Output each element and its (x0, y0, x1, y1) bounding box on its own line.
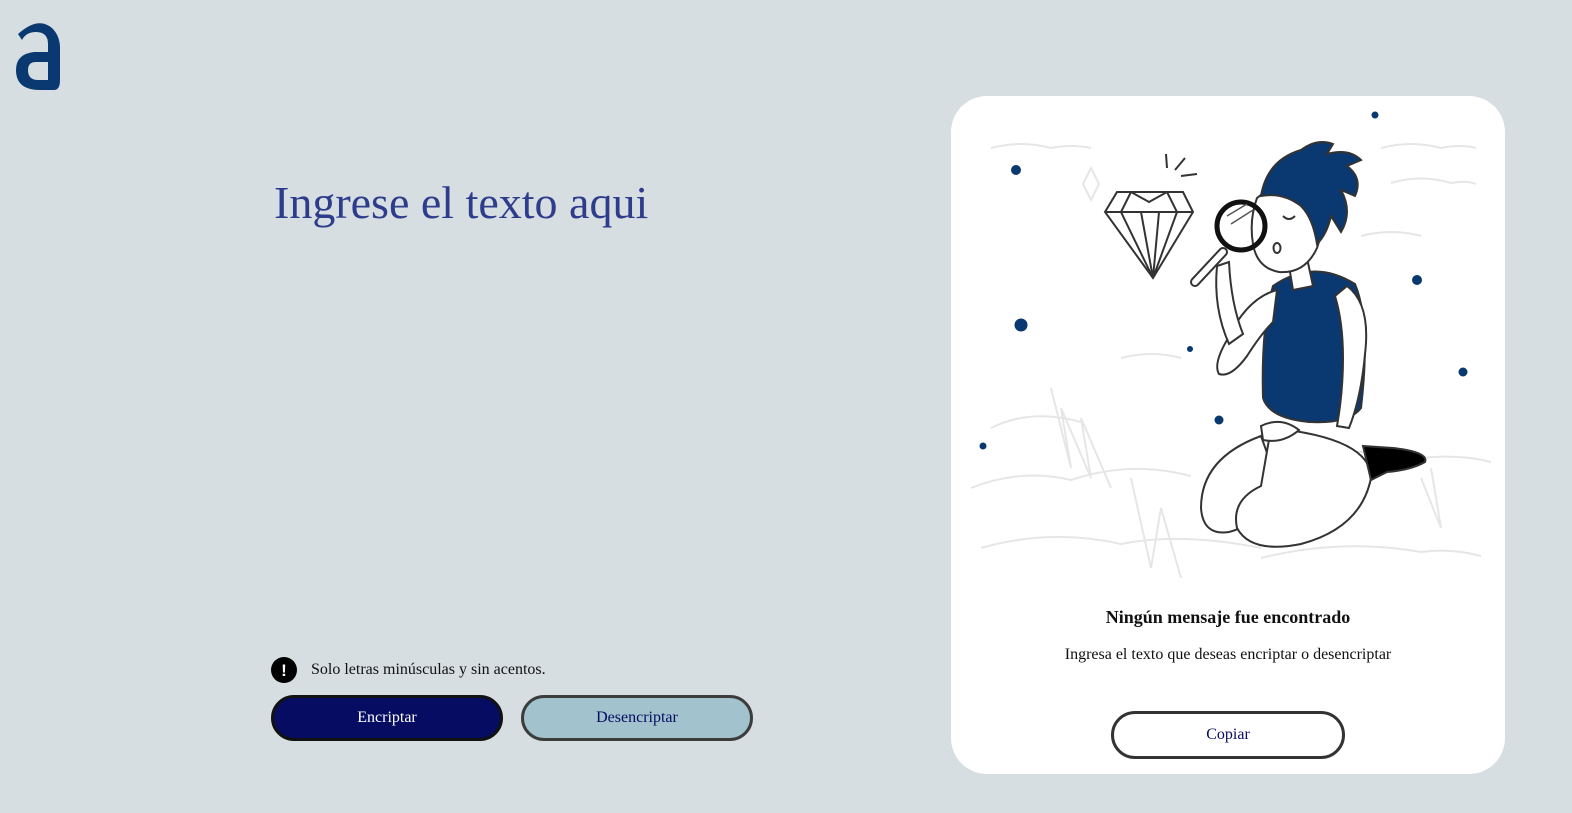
decrypt-button[interactable]: Desencriptar (521, 695, 753, 741)
exclamation-icon: ! (271, 657, 297, 683)
encrypt-button[interactable]: Encriptar (271, 695, 503, 741)
hint: ! Solo letras minúsculas y sin acentos. (271, 657, 546, 683)
person-magnifying-glass-illustration (970, 111, 1492, 579)
empty-message-subtitle: Ingresa el texto que deseas encriptar o … (1064, 646, 1392, 663)
logo-icon (16, 23, 60, 91)
text-input[interactable] (274, 176, 794, 576)
empty-message-title: Ningún mensaje fue encontrado (1105, 607, 1351, 627)
output-panel: Ningún mensaje fue encontrado Ingresa el… (951, 96, 1505, 774)
copy-button[interactable]: Copiar (1111, 711, 1345, 759)
hint-text: Solo letras minúsculas y sin acentos. (311, 661, 546, 678)
